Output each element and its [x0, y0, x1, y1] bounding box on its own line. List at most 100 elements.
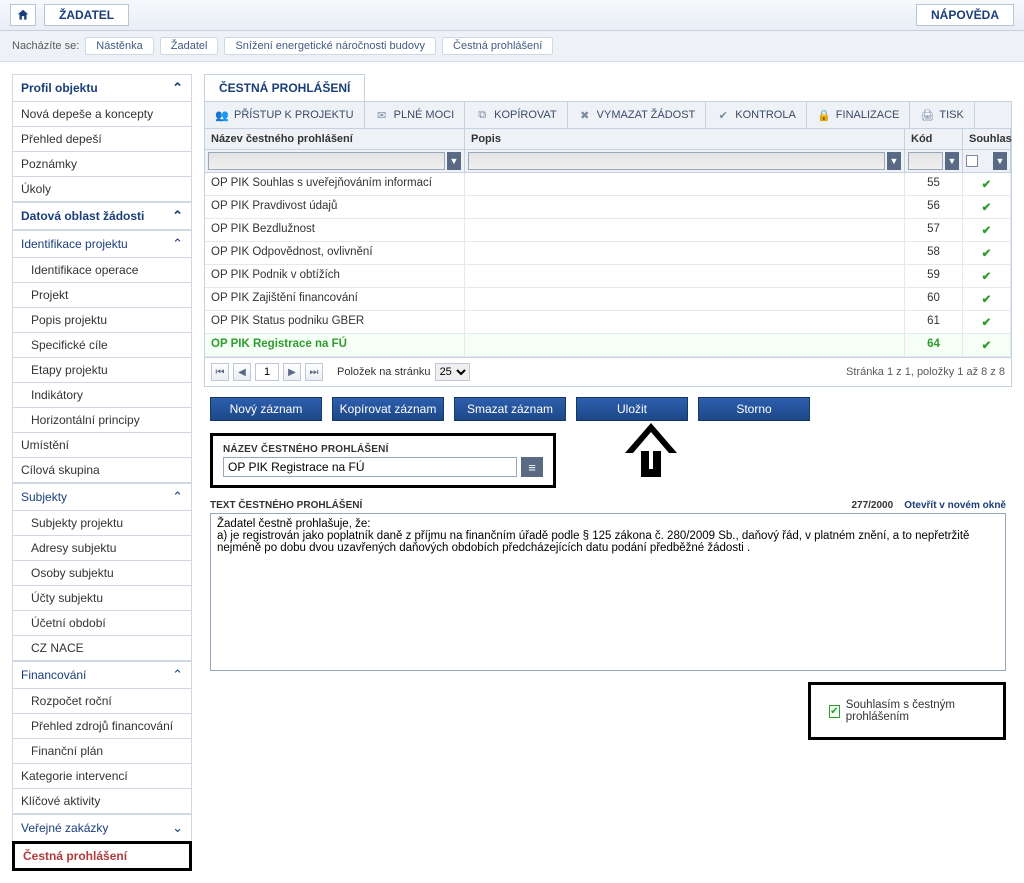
table-row[interactable]: OP PIK Zajištění financování60✔: [205, 288, 1011, 311]
filter-souhlas-checkbox[interactable]: [966, 155, 978, 167]
envelope-icon: ✉: [375, 108, 389, 122]
col-popis[interactable]: Popis: [465, 129, 905, 150]
breadcrumb-item[interactable]: Snížení energetické náročnosti budovy: [224, 37, 436, 55]
col-kod[interactable]: Kód: [905, 129, 963, 150]
sidebar-group-identifikace[interactable]: Identifikace projektu⌃: [12, 230, 192, 258]
tool-label: KONTROLA: [735, 109, 796, 121]
delete-record-button[interactable]: Smazat záznam: [454, 397, 566, 421]
sidebar-item-nova-depese[interactable]: Nová depeše a koncepty: [12, 102, 192, 127]
copy-record-button[interactable]: Kopírovat záznam: [332, 397, 444, 421]
sidebar-group-subjekty[interactable]: Subjekty⌃: [12, 483, 192, 511]
filter-icon[interactable]: ▼: [447, 152, 461, 170]
sidebar-item-horizontalni[interactable]: Horizontální principy: [12, 408, 192, 433]
open-new-window-link[interactable]: Otevřít v novém okně: [904, 500, 1006, 511]
sidebar-item-indikatory[interactable]: Indikátory: [12, 383, 192, 408]
sidebar-item-specificke-cile[interactable]: Specifické cíle: [12, 333, 192, 358]
cell-popis: [465, 288, 905, 311]
col-souhlas[interactable]: Souhlas: [963, 129, 1011, 150]
tool-vymazat[interactable]: ✖VYMAZAT ŽÁDOST: [568, 102, 707, 128]
sidebar-group-verejne[interactable]: Veřejné zakázky⌄: [12, 814, 192, 842]
pager-perpage-select[interactable]: 25: [435, 363, 470, 381]
sidebar-item-umisteni[interactable]: Umístění: [12, 433, 192, 458]
napoveda-button[interactable]: NÁPOVĚDA: [916, 4, 1014, 26]
nazev-input[interactable]: [223, 457, 517, 477]
check-icon: ✔: [982, 248, 992, 260]
zadatel-button[interactable]: ŽADATEL: [44, 4, 129, 26]
check-icon: ✔: [982, 317, 992, 329]
table-row[interactable]: OP PIK Podnik v obtížích59✔: [205, 265, 1011, 288]
sidebar-item-klicove[interactable]: Klíčové aktivity: [12, 789, 192, 814]
declaration-text-textarea[interactable]: [210, 513, 1006, 671]
table-row[interactable]: OP PIK Registrace na FÚ64✔: [205, 334, 1011, 357]
breadcrumb-item[interactable]: Žadatel: [160, 37, 219, 55]
consent-checkbox[interactable]: ✔: [829, 705, 840, 718]
char-counter: 277/2000: [851, 500, 893, 511]
filter-icon[interactable]: ▼: [945, 152, 959, 170]
filter-kod-input[interactable]: [908, 152, 943, 170]
lookup-button[interactable]: ≡: [521, 457, 543, 477]
new-record-button[interactable]: Nový záznam: [210, 397, 322, 421]
sidebar-item-ucty[interactable]: Účty subjektu: [12, 586, 192, 611]
cell-nazev: OP PIK Bezdlužnost: [205, 219, 465, 242]
tool-label: FINALIZACE: [836, 109, 900, 121]
sidebar-item-kategorie[interactable]: Kategorie intervencí: [12, 764, 192, 789]
filter-icon[interactable]: ▼: [887, 152, 901, 170]
sidebar-item-adresy[interactable]: Adresy subjektu: [12, 536, 192, 561]
cell-kod: 58: [905, 242, 963, 265]
table-row[interactable]: OP PIK Odpovědnost, ovlivnění58✔: [205, 242, 1011, 265]
tab-cestna-prohlaseni[interactable]: ČESTNÁ PROHLÁŠENÍ: [204, 74, 365, 101]
tool-label: KOPÍROVAT: [494, 109, 557, 121]
sidebar-label: Veřejné zakázky: [21, 821, 108, 835]
table-row[interactable]: OP PIK Pravdivost údajů56✔: [205, 196, 1011, 219]
nazev-label: NÁZEV ČESTNÉHO PROHLÁŠENÍ: [223, 444, 543, 455]
pager-next[interactable]: ▶: [283, 363, 301, 381]
sidebar-group-financovani[interactable]: Financování⌃: [12, 661, 192, 689]
sidebar-item-poznamky[interactable]: Poznámky: [12, 152, 192, 177]
sidebar-item-prehled-zdroju[interactable]: Přehled zdrojů financování: [12, 714, 192, 739]
tool-finalizace[interactable]: 🔒FINALIZACE: [807, 102, 911, 128]
sidebar-item-cilova[interactable]: Cílová skupina: [12, 458, 192, 483]
sidebar-group-datova-oblast[interactable]: Datová oblast žádosti⌃: [12, 202, 192, 230]
sidebar-group-profil[interactable]: Profil objektu⌃: [12, 74, 192, 102]
home-button[interactable]: [10, 4, 36, 26]
sidebar-item-cestna-prohlaseni[interactable]: Čestná prohlášení: [15, 844, 189, 868]
sidebar-item-osoby[interactable]: Osoby subjektu: [12, 561, 192, 586]
sidebar-item-cznace[interactable]: CZ NACE: [12, 636, 192, 661]
tool-label: PLNÉ MOCI: [394, 109, 455, 121]
table-row[interactable]: OP PIK Souhlas s uveřejňováním informací…: [205, 173, 1011, 196]
sidebar-item-projekt[interactable]: Projekt: [12, 283, 192, 308]
breadcrumb-item[interactable]: Nástěnka: [85, 37, 153, 55]
sidebar-item-popis-projektu[interactable]: Popis projektu: [12, 308, 192, 333]
tool-kopirovat[interactable]: ⧉KOPÍROVAT: [465, 102, 568, 128]
tool-pristup[interactable]: 👥PŘÍSTUP K PROJEKTU: [205, 102, 365, 128]
sidebar-item-identifikace-operace[interactable]: Identifikace operace: [12, 258, 192, 283]
filter-icon[interactable]: ▼: [993, 152, 1007, 170]
pager-first[interactable]: ⏮: [211, 363, 229, 381]
chevron-up-icon: ⌃: [172, 80, 183, 96]
pager-last[interactable]: ⏭: [305, 363, 323, 381]
save-button[interactable]: Uložit: [576, 397, 688, 421]
tool-tisk[interactable]: 🖨TISK: [910, 102, 974, 128]
breadcrumb-item[interactable]: Čestná prohlášení: [442, 37, 553, 55]
sidebar-item-ukoly[interactable]: Úkoly: [12, 177, 192, 202]
table-row[interactable]: OP PIK Status podniku GBER61✔: [205, 311, 1011, 334]
sidebar-item-ucetni[interactable]: Účetní období: [12, 611, 192, 636]
pager-page-input[interactable]: [255, 363, 279, 381]
col-nazev[interactable]: Název čestného prohlášení: [205, 129, 465, 150]
filter-nazev-input[interactable]: [208, 152, 445, 170]
sidebar-item-rozpocet[interactable]: Rozpočet roční: [12, 689, 192, 714]
table-row[interactable]: OP PIK Bezdlužnost57✔: [205, 219, 1011, 242]
filter-popis-input[interactable]: [468, 152, 885, 170]
sidebar-item-etapy[interactable]: Etapy projektu: [12, 358, 192, 383]
check-icon: ✔: [982, 294, 992, 306]
sidebar-item-prehled-depesi[interactable]: Přehled depeší: [12, 127, 192, 152]
pager-prev[interactable]: ◀: [233, 363, 251, 381]
check-icon: ✔: [982, 179, 992, 191]
tool-plne-moci[interactable]: ✉ PLNÉ MOCI: [365, 102, 466, 128]
check-icon: ✔: [982, 271, 992, 283]
cancel-button[interactable]: Storno: [698, 397, 810, 421]
sidebar-item-subjekty-projektu[interactable]: Subjekty projektu: [12, 511, 192, 536]
sidebar-item-financni-plan[interactable]: Finanční plán: [12, 739, 192, 764]
tool-kontrola[interactable]: ✔KONTROLA: [706, 102, 807, 128]
sidebar-label: Subjekty: [21, 490, 67, 504]
